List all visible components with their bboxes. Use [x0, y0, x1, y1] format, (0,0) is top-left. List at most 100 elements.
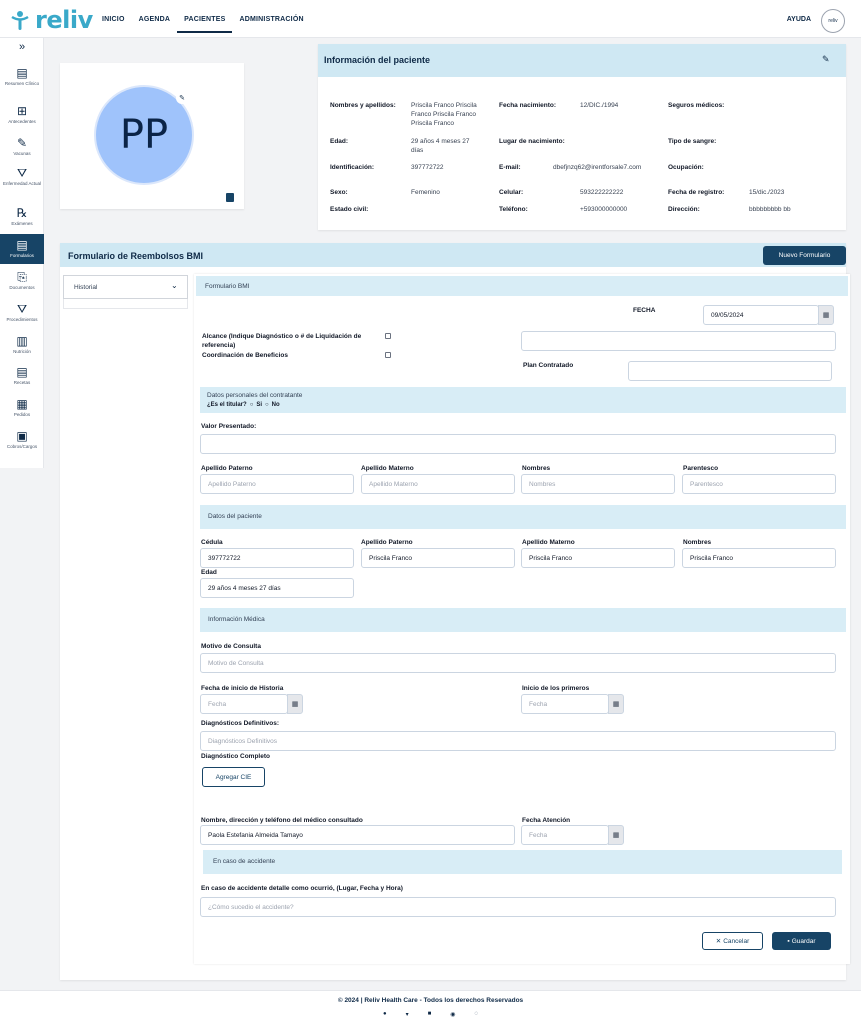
- sidebar-item-label: Vacunas: [13, 151, 31, 156]
- edit-photo-icon[interactable]: ✎: [176, 92, 188, 104]
- paciente-nombres-input[interactable]: Priscila Franco: [682, 548, 836, 568]
- document-icon: ⎘: [17, 270, 27, 284]
- twitter-icon[interactable]: ▾: [406, 1011, 409, 1018]
- alcance-checkbox[interactable]: [385, 333, 391, 339]
- contratante-apellido-paterno-input[interactable]: Apellido Paterno: [200, 474, 354, 494]
- main-nav: INICIO AGENDA PACIENTES ADMINISTRACIÓN: [95, 13, 311, 33]
- coordinacion-checkbox[interactable]: [385, 352, 391, 358]
- globe-icon[interactable]: ◉: [450, 1011, 455, 1018]
- field-label: Identificación:: [330, 164, 375, 171]
- field-value: bbbbbbbbb bb: [749, 206, 791, 213]
- sidebar-item-procedimientos[interactable]: ⛛ Procedimientos: [0, 302, 44, 326]
- titular-si-label: Si: [256, 402, 262, 408]
- fecha-input[interactable]: 09/05/2024: [703, 305, 819, 325]
- alcance-input[interactable]: [521, 331, 836, 351]
- brand-logo[interactable]: reliv: [9, 6, 93, 34]
- titular-no-radio[interactable]: ○: [265, 402, 269, 408]
- sidebar-item-enfermedad[interactable]: ⛛ Enfermedad Actual: [0, 166, 44, 198]
- user-avatar-text: reliv: [828, 18, 838, 24]
- sidebar-item-label: Procedimientos: [6, 317, 38, 322]
- add-cie-button[interactable]: Agregar CIE: [202, 767, 265, 787]
- calendar-icon[interactable]: ▦: [818, 305, 834, 325]
- sidebar-item-resumen[interactable]: ▤ Resumen Clínico: [0, 66, 44, 98]
- nav-item-agenda[interactable]: AGENDA: [132, 13, 178, 33]
- calendar-icon[interactable]: ▦: [608, 825, 624, 845]
- valor-input[interactable]: [200, 434, 836, 454]
- nav-item-administracion[interactable]: ADMINISTRACIÓN: [232, 13, 310, 33]
- field-label: E-mail:: [499, 164, 521, 171]
- social-links: ● ▾ ■ ◉ ◌: [383, 1011, 478, 1018]
- paciente-apellido-materno-input[interactable]: Priscila Franco: [521, 548, 675, 568]
- field-label: Apellido Materno: [522, 539, 575, 546]
- paciente-title: Datos del paciente: [208, 513, 262, 520]
- history-dropdown[interactable]: Historial ⌄: [63, 275, 188, 299]
- field-label: Nombres y apellidos:: [330, 102, 396, 109]
- motivo-input[interactable]: Motivo de Consulta: [200, 653, 836, 673]
- field-label: Tipo de sangre:: [668, 138, 717, 145]
- medkit-icon: ⊞: [16, 104, 28, 118]
- delete-photo-icon[interactable]: [226, 193, 234, 202]
- sidebar-item-label: Formularios: [10, 253, 34, 258]
- diagnosticos-input[interactable]: Diagnósticos Definitivos: [200, 731, 836, 751]
- inicio-historia-input[interactable]: Fecha: [200, 694, 288, 714]
- sidebar-item-pedidos[interactable]: ▦ Pedidos: [0, 397, 44, 421]
- alcance-label: Alcance (Indique Diagnóstico o # de Liqu…: [202, 333, 362, 349]
- procedure-icon: ⛛: [16, 302, 28, 316]
- sidebar-item-formularios[interactable]: ▤ Formularios: [0, 234, 44, 264]
- field-label: Fecha Atención: [522, 817, 571, 824]
- save-button[interactable]: ▪ Guardar: [772, 932, 831, 950]
- sidebar-item-documentos[interactable]: ⎘ Documentos: [0, 270, 44, 294]
- field-label: Ocupación:: [668, 164, 704, 171]
- calendar-icon[interactable]: ▦: [608, 694, 624, 714]
- sidebar-expand-icon[interactable]: »: [0, 42, 44, 53]
- footer-copyright: © 2024 | Reliv Health Care - Todos los d…: [337, 997, 524, 1004]
- notebook-icon: ▤: [16, 66, 28, 80]
- user-avatar[interactable]: reliv: [821, 9, 845, 33]
- field-label: Diagnósticos Definitivos:: [201, 720, 280, 727]
- field-value: dbefjnzq62@irentforsale7.com: [553, 164, 642, 171]
- accidente-input[interactable]: ¿Cómo sucedio el accidente?: [200, 897, 836, 917]
- paciente-edad-input[interactable]: 29 años 4 meses 27 días: [200, 578, 354, 598]
- nav-item-pacientes[interactable]: PACIENTES: [177, 13, 233, 33]
- new-form-button[interactable]: Nuevo Formulario: [763, 246, 846, 265]
- recipe-icon: ▤: [16, 365, 28, 379]
- sidebar-item-antecedentes[interactable]: ⊞ Antecedentes: [0, 104, 44, 128]
- sidebar-item-recetas[interactable]: ▤ Recetas: [0, 365, 44, 389]
- sidebar-item-nutricion[interactable]: ▥ Nutrición: [0, 334, 44, 358]
- field-label: Fecha de inicio de Historia: [201, 685, 284, 692]
- paciente-cedula-input[interactable]: 397772722: [200, 548, 354, 568]
- plan-input[interactable]: [628, 361, 832, 381]
- contratante-parentesco-input[interactable]: Parentesco: [682, 474, 836, 494]
- sidebar-item-vacunas[interactable]: ✎ Vacunas: [0, 136, 44, 160]
- linkedin-icon[interactable]: ■: [428, 1011, 432, 1018]
- cancel-button[interactable]: ✕ Cancelar: [702, 932, 763, 950]
- brand-name: reliv: [35, 6, 93, 34]
- paciente-apellido-paterno-input[interactable]: Priscila Franco: [361, 548, 515, 568]
- bmi-form-header: [196, 276, 848, 296]
- sidebar-item-cobros[interactable]: ▣ Cobros/Cargos: [0, 429, 44, 453]
- sidebar-item-label: Nutrición: [13, 349, 31, 354]
- contratante-nombres-input[interactable]: Nombres: [521, 474, 675, 494]
- history-list: [63, 299, 188, 309]
- nav-item-inicio[interactable]: INICIO: [95, 13, 132, 33]
- field-label: Lugar de nacimiento:: [499, 138, 565, 145]
- field-label: Apellido Materno: [361, 465, 414, 472]
- sidebar-item-label: Antecedentes: [8, 119, 36, 124]
- fecha-atencion-input[interactable]: Fecha: [521, 825, 609, 845]
- close-icon: ✕: [715, 938, 722, 945]
- whatsapp-icon[interactable]: ◌: [475, 1011, 479, 1018]
- edit-icon[interactable]: ✎: [822, 54, 830, 65]
- facebook-icon[interactable]: ●: [383, 1011, 387, 1018]
- field-label: Estado civil:: [330, 206, 369, 213]
- contratante-apellido-materno-input[interactable]: Apellido Materno: [361, 474, 515, 494]
- field-label: Motivo de Consulta: [201, 643, 261, 650]
- medica-band: [200, 608, 846, 632]
- medico-input[interactable]: Paola Estefania Almeida Tamayo: [200, 825, 515, 845]
- calendar-icon[interactable]: ▦: [287, 694, 303, 714]
- chevron-down-icon: ⌄: [171, 281, 178, 290]
- inicio-primeros-input[interactable]: Fecha: [521, 694, 609, 714]
- help-link[interactable]: AYUDA: [787, 16, 811, 23]
- sidebar-item-examenes[interactable]: ℞ Exámenes: [0, 206, 44, 230]
- valor-label: Valor Presentado:: [201, 423, 257, 430]
- titular-si-radio[interactable]: ○: [250, 402, 254, 408]
